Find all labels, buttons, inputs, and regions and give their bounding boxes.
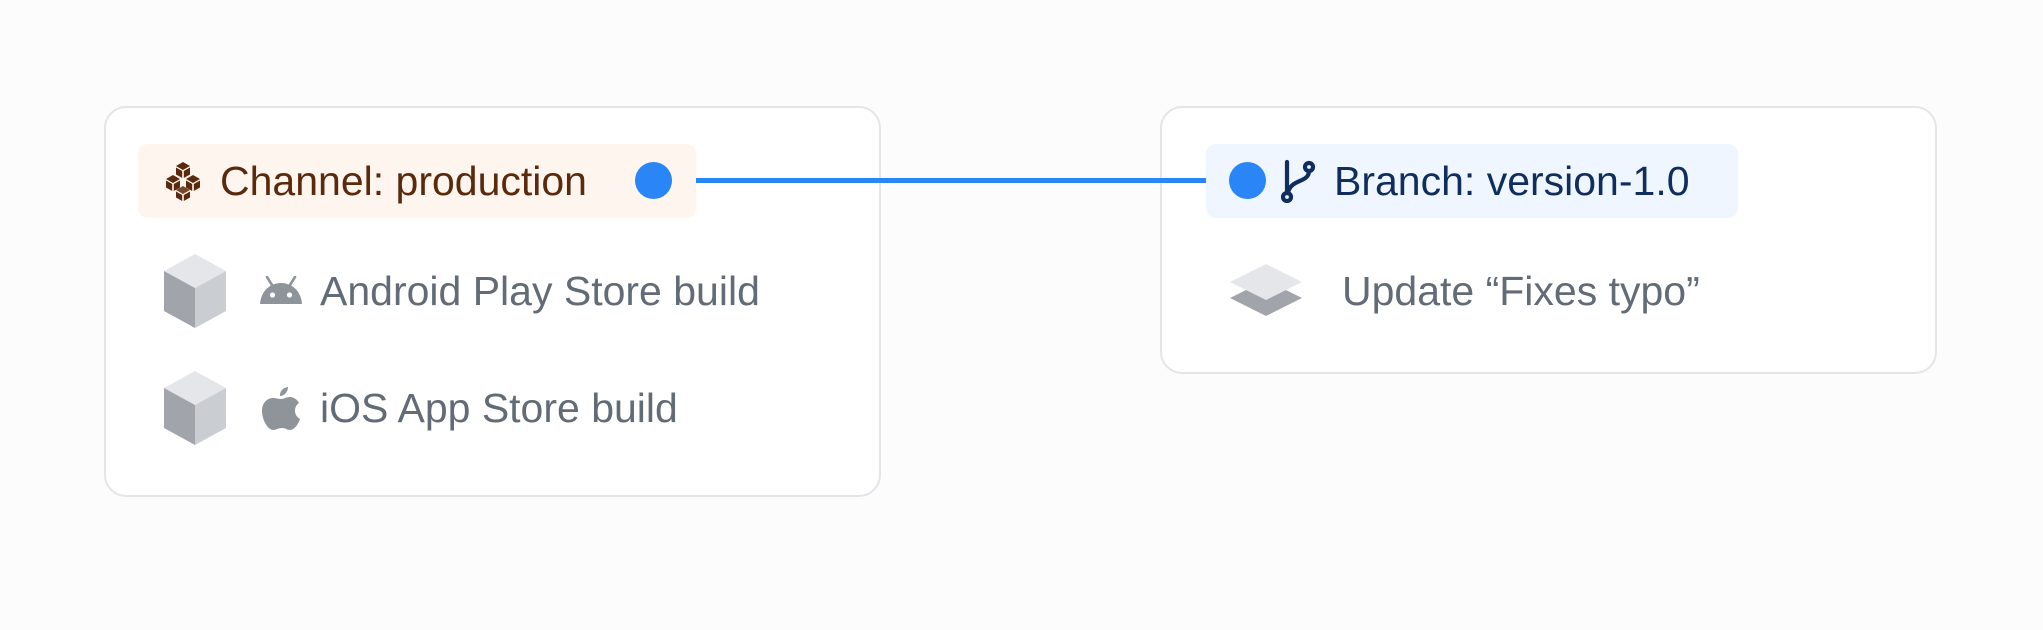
channel-pill[interactable]: Channel: production xyxy=(138,144,696,218)
git-branch-icon xyxy=(1278,159,1318,203)
update-row[interactable]: Update “Fixes typo” xyxy=(1228,252,1700,330)
build-label: Android Play Store build xyxy=(320,267,760,314)
cube-icon xyxy=(164,254,226,328)
branch-pill[interactable]: Branch: version-1.0 xyxy=(1206,144,1738,218)
android-icon xyxy=(258,268,304,314)
branch-label: Branch: version-1.0 xyxy=(1334,157,1690,204)
channel-branch-connector xyxy=(654,178,1248,183)
branch-connection-handle[interactable] xyxy=(1229,162,1266,199)
cube-icon xyxy=(164,371,226,445)
channel-connection-handle[interactable] xyxy=(635,162,672,199)
build-row-android[interactable]: Android Play Store build xyxy=(162,252,760,330)
stacked-boxes-icon xyxy=(162,160,204,202)
layers-icon xyxy=(1230,264,1302,316)
build-label: iOS App Store build xyxy=(320,384,678,431)
channel-label: Channel: production xyxy=(220,157,587,204)
apple-icon xyxy=(258,385,304,431)
build-row-ios[interactable]: iOS App Store build xyxy=(162,369,678,447)
update-label: Update “Fixes typo” xyxy=(1342,267,1700,314)
